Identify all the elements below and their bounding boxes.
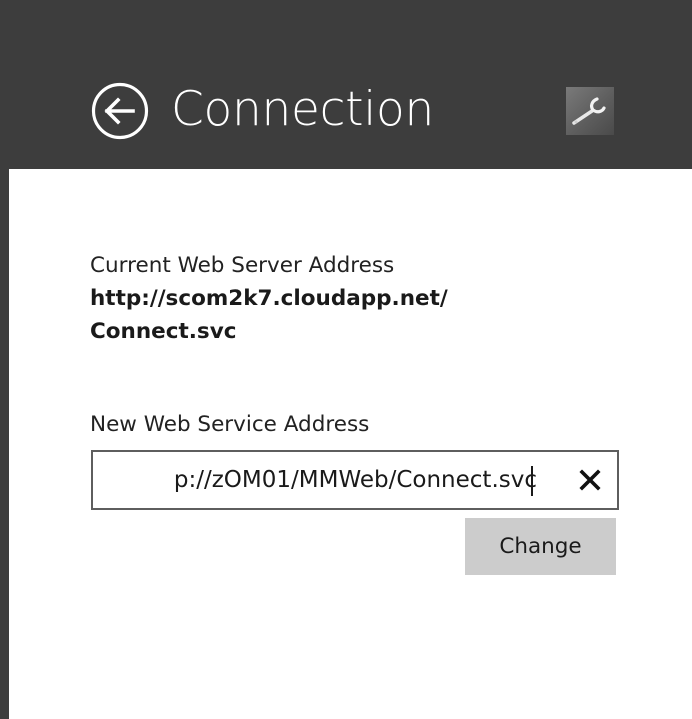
clear-input-button[interactable] (571, 461, 609, 499)
new-address-input-value: p://zOM01/MMWeb/Connect.svc (173, 467, 537, 493)
new-address-label: New Web Service Address (90, 412, 370, 437)
change-button[interactable]: Change (465, 518, 616, 575)
back-arrow-circle-icon (91, 82, 149, 140)
wrench-icon (572, 97, 606, 125)
close-icon (579, 469, 601, 491)
app-header: Connection (0, 0, 692, 169)
current-address-section: Current Web Server Address http://scom2k… (90, 250, 650, 348)
left-edge-bar (0, 0, 9, 719)
back-button[interactable] (90, 81, 150, 141)
app-logo (566, 87, 614, 135)
new-address-input[interactable]: p://zOM01/MMWeb/Connect.svc (91, 450, 619, 510)
page-title: Connection (171, 82, 434, 137)
text-caret (531, 466, 533, 496)
current-address-label: Current Web Server Address (90, 253, 395, 278)
current-address-value-line1: http://scom2k7.cloudapp.net/ (90, 286, 448, 311)
current-address-value-line2: Connect.svc (90, 319, 237, 344)
